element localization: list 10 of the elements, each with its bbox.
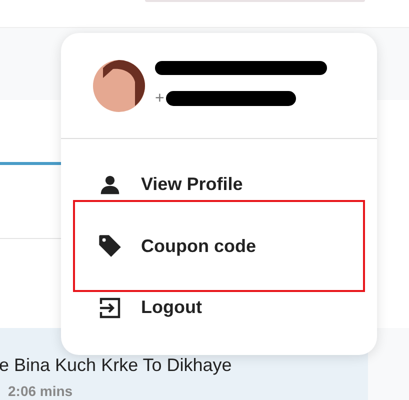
menu-item[interactable]: Coupon code — [75, 232, 256, 260]
video-title: e Bina Kuch Krke To Dikhaye — [0, 356, 233, 374]
avatar — [93, 60, 145, 112]
video-duration: 2:06 mins — [7, 384, 74, 398]
menu-item[interactable]: View Profile — [75, 171, 243, 198]
logout-icon — [98, 296, 122, 320]
phone-prefix: + — [155, 88, 164, 108]
menu-item[interactable]: Logout — [75, 294, 202, 321]
tag-icon — [97, 233, 123, 259]
user-icon — [99, 174, 121, 196]
